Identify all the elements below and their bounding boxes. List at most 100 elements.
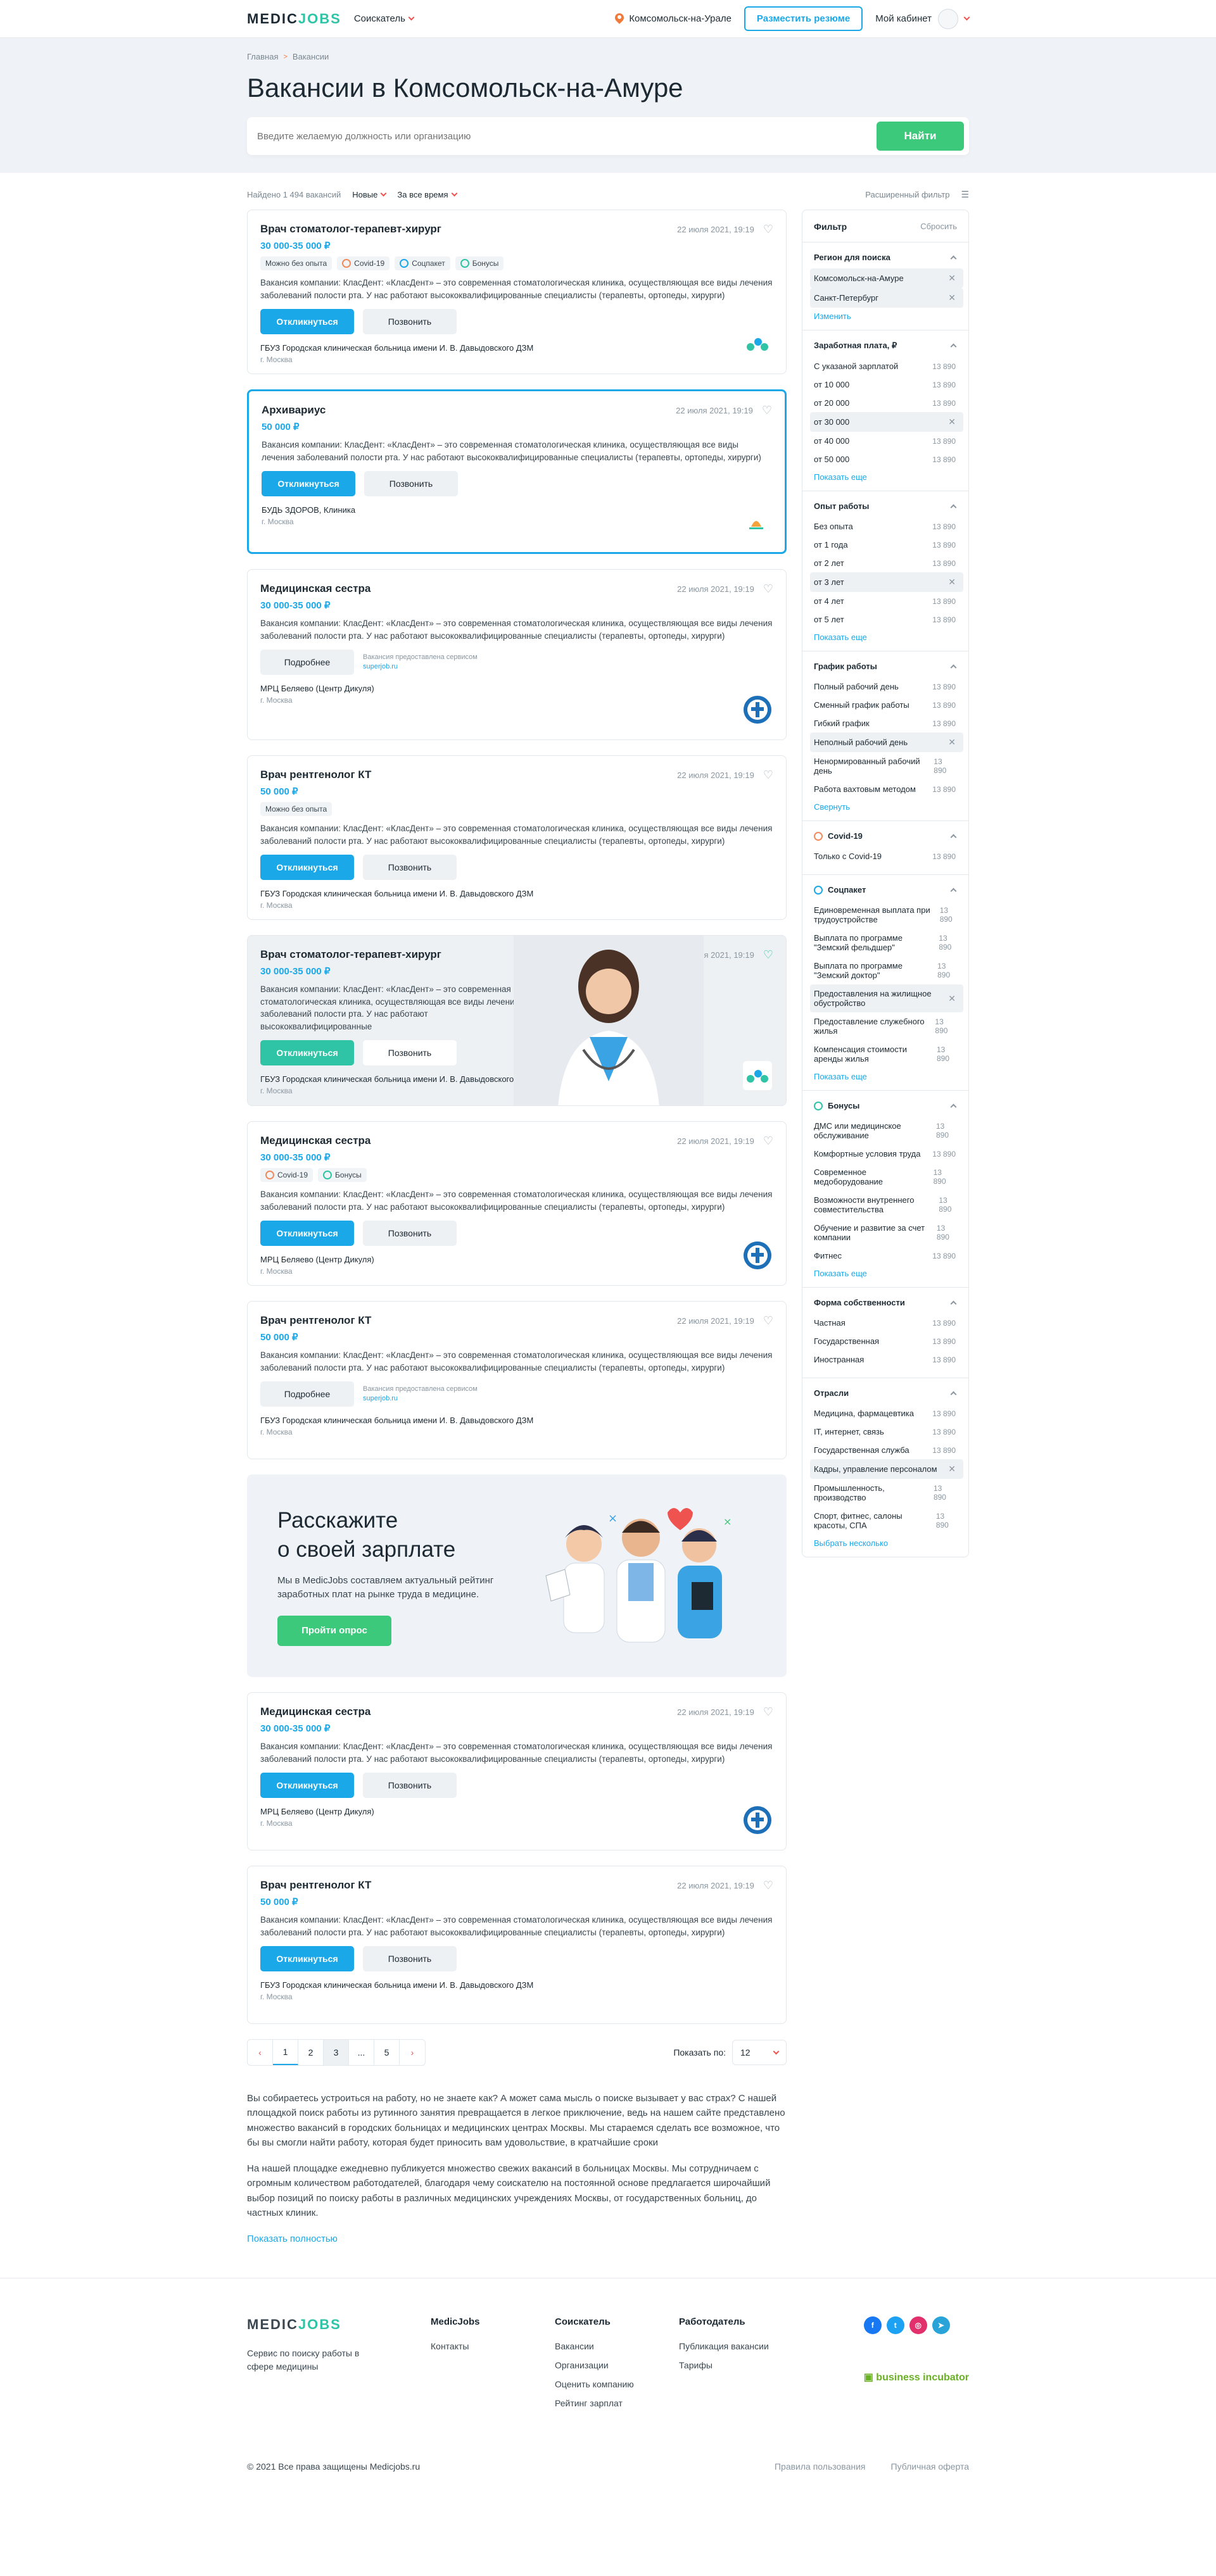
remove-filter-icon[interactable]: ✕ [948,737,956,748]
page-button[interactable]: 3 [324,2040,349,2065]
filter-more-link[interactable]: Выбрать несколько [814,1538,963,1548]
role-switcher[interactable]: Соискатель [354,13,415,24]
filter-option[interactable]: от 20 000 13 890 [814,394,963,412]
filter-option[interactable]: Полный рабочий день 13 890 [814,677,963,696]
employer-name[interactable]: ГБУЗ Городская клиническая больница имен… [260,1416,773,1425]
filter-more-link[interactable]: Показать еще [814,1269,963,1278]
advanced-filter[interactable]: Расширенный фильтр ☰ [802,188,969,201]
reset-filter-button[interactable]: Сбросить [920,222,957,232]
vacancy-card[interactable]: Врач рентгенолог КТ 22 июля 2021, 19:19 ♡ 5… [247,1301,787,1459]
favorite-heart-icon[interactable]: ♡ [763,582,773,596]
vacancy-title[interactable]: Медицинская сестра [260,1706,370,1718]
filter-option[interactable]: от 50 000 13 890 [814,450,963,468]
vacancy-title[interactable]: Врач рентгенолог КТ [260,769,371,781]
favorite-heart-icon[interactable]: ♡ [763,769,773,782]
vacancy-card[interactable]: Медицинская сестра 22 июля 2021, 19:19 ♡ 30… [247,569,787,740]
call-button[interactable]: Позвонить [363,855,457,881]
employer-name[interactable]: БУДЬ ЗДОРОВ, Клиника [262,505,772,515]
filter-option[interactable]: Государственная 13 890 [814,1332,963,1350]
take-survey-button[interactable]: Пройти опрос [277,1615,391,1646]
filter-more-link[interactable]: Показать еще [814,632,963,642]
filter-option[interactable]: Компенсация стоимости аренды жилья 13 890 [814,1040,963,1068]
business-incubator-logo[interactable]: ▣ business incubator [864,2371,969,2384]
filter-section-header[interactable]: Форма собственности [814,1298,963,1307]
filter-option[interactable]: Только с Covid-19 13 890 [814,847,963,865]
filter-section-header[interactable]: Отрасли [814,1388,963,1398]
filter-section-header[interactable]: Бонусы [814,1101,963,1110]
filter-option[interactable]: ДМС или медицинское обслуживание 13 890 [814,1117,963,1145]
vacancy-title[interactable]: Врач рентгенолог КТ [260,1879,371,1892]
favorite-heart-icon[interactable]: ♡ [763,1314,773,1328]
favorite-heart-icon[interactable]: ♡ [762,404,772,417]
source-link[interactable]: superjob.ru [363,1394,478,1404]
details-button[interactable]: Подробнее [260,650,354,675]
filter-option[interactable]: Обучение и развитие за счет компании 13 8… [814,1219,963,1247]
filter-option[interactable]: Фитнес 13 890 [814,1247,963,1265]
call-button[interactable]: Позвонить [363,1221,457,1247]
remove-filter-icon[interactable]: ✕ [948,577,956,587]
footer-link-contacts[interactable]: Контакты [431,2341,555,2351]
footer-link[interactable]: Публикация вакансии [679,2341,803,2351]
filter-option[interactable]: С указаной зарплатой 13 890 [814,357,963,375]
facebook-icon[interactable]: f [863,2316,882,2335]
filter-option[interactable]: Комсомольск-на-Амуре ✕ [810,268,963,288]
favorite-heart-icon[interactable]: ♡ [763,1879,773,1892]
search-input[interactable] [257,130,877,142]
filter-option[interactable]: от 5 лет 13 890 [814,610,963,629]
vacancy-title[interactable]: Медицинская сестра [260,1134,370,1147]
employer-name[interactable]: МРЦ Беляево (Центр Дикуля) [260,1807,773,1816]
vacancy-title[interactable]: Врач стоматолог-терапевт-хирург [260,948,441,961]
filter-option[interactable]: Современное медоборудование 13 890 [814,1163,963,1191]
apply-button[interactable]: Откликнуться [260,1221,354,1247]
filter-option[interactable]: Кадры, управление персоналом ✕ [810,1459,963,1479]
vacancy-card[interactable]: Медицинская сестра 22 июля 2021, 19:19 ♡ 30… [247,1121,787,1286]
filter-option[interactable]: Единовременная выплата при трудоустройст… [814,901,963,929]
location-selector[interactable]: Комсомольск-на-Урале [615,13,732,25]
filter-option[interactable]: Предоставления на жилищное обустройство ✕ [810,984,963,1012]
details-button[interactable]: Подробнее [260,1381,354,1407]
filter-option[interactable]: Сменный график работы 13 890 [814,696,963,714]
offer-link[interactable]: Публичная оферта [891,2461,970,2472]
cabinet-menu[interactable]: Мой кабинет [875,8,970,29]
filter-option[interactable]: Медицина, фармацевтика 13 890 [814,1404,963,1423]
filter-section-header[interactable]: Covid-19 [814,831,963,841]
employer-name[interactable]: ГБУЗ Городская клиническая больница имен… [260,889,773,898]
call-button[interactable]: Позвонить [363,1040,457,1066]
next-page-button[interactable]: › [400,2040,425,2065]
footer-link[interactable]: Оценить компанию [555,2379,679,2389]
filter-option[interactable]: Возможности внутреннего совместительства… [814,1191,963,1219]
post-resume-button[interactable]: Разместить резюме [744,6,863,31]
filter-option[interactable]: Государственная служба 13 890 [814,1441,963,1459]
employer-name[interactable]: МРЦ Беляево (Центр Дикуля) [260,684,773,693]
filter-section-header[interactable]: Соцпакет [814,885,963,895]
filter-option[interactable]: Частная 13 890 [814,1314,963,1332]
search-button[interactable]: Найти [877,122,964,151]
remove-filter-icon[interactable]: ✕ [948,292,956,303]
footer-logo[interactable]: MEDICJOBS [247,2316,431,2333]
vacancy-card[interactable]: Врач стоматолог-терапевт-хирург 22 июля 2… [247,210,787,374]
apply-button[interactable]: Откликнуться [260,1773,354,1799]
remove-filter-icon[interactable]: ✕ [948,1464,956,1474]
filter-more-link[interactable]: Показать еще [814,472,963,482]
period-select[interactable]: За все время [397,190,457,199]
page-button[interactable]: 1 [273,2040,298,2065]
vacancy-title[interactable]: Медицинская сестра [260,582,370,595]
favorite-heart-icon[interactable]: ♡ [763,1706,773,1719]
footer-link[interactable]: Рейтинг зарплат [555,2398,679,2408]
filter-option[interactable]: Работа вахтовым методом 13 890 [814,780,963,798]
filter-option[interactable]: от 1 года 13 890 [814,536,963,554]
vacancy-card[interactable]: Врач рентгенолог КТ 22 июля 2021, 19:19 ♡ 5… [247,755,787,920]
remove-filter-icon[interactable]: ✕ [948,417,956,427]
apply-button[interactable]: Откликнуться [260,1040,354,1066]
filter-more-link[interactable]: Свернуть [814,802,963,812]
filter-option[interactable]: Спорт, фитнес, салоны красоты, СПА 13 890 [814,1507,963,1535]
filter-option[interactable]: Гибкий график 13 890 [814,714,963,732]
source-link[interactable]: superjob.ru [363,662,478,672]
filter-section-header[interactable]: Регион для поиска [814,253,963,262]
logo[interactable]: MEDICJOBS [247,11,341,27]
filter-section-header[interactable]: Заработная плата, ₽ [814,341,963,351]
filter-option[interactable]: Без опыта 13 890 [814,517,963,536]
show-more-link[interactable]: Показать полностью [247,2234,338,2244]
filter-option[interactable]: от 40 000 13 890 [814,432,963,450]
filter-section-header[interactable]: Опыт работы [814,501,963,511]
